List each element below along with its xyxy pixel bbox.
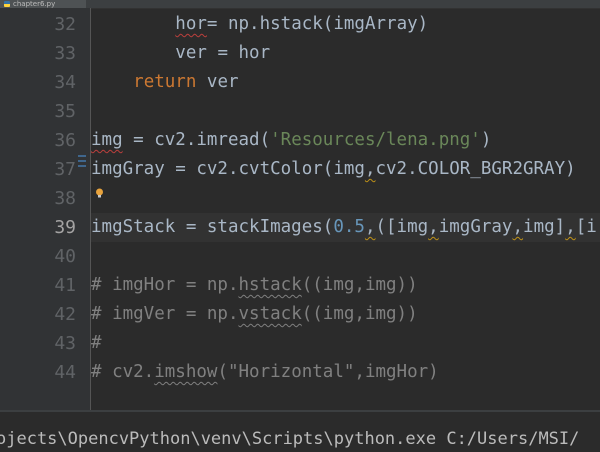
code-token: np.hstack(imgArray): [217, 14, 429, 34]
comment-token: ((img,img)): [301, 304, 418, 324]
code-token: imgGray: [438, 217, 513, 237]
line-number[interactable]: 36: [0, 126, 76, 155]
comment-token: #: [91, 333, 102, 353]
code-line-42: # imgVer = np.vstack((img,img)): [91, 300, 600, 329]
comment-token: hstack: [238, 275, 302, 295]
code-token: cv2.COLOR_BGR2GRAY): [375, 159, 576, 179]
code-line-34: return ver: [91, 68, 600, 97]
python-file-icon: [4, 1, 10, 7]
tab-filename: chapter6.py: [13, 0, 56, 8]
code-line-44: # cv2.imshow("Horizontal",imgHor): [91, 358, 600, 387]
comment-token: ((img,img)): [301, 275, 418, 295]
code-token: hor: [175, 14, 207, 34]
code-token: ver: [196, 72, 239, 92]
code-line-41: # imgHor = np.hstack((img,img)): [91, 271, 600, 300]
line-number[interactable]: 40: [0, 242, 76, 271]
line-number[interactable]: 34: [0, 68, 76, 97]
line-number[interactable]: 42: [0, 300, 76, 329]
number-token: 0.5: [333, 217, 365, 237]
line-number[interactable]: 38: [0, 184, 76, 213]
code-token: [i: [575, 217, 597, 237]
change-marker[interactable]: [78, 155, 86, 173]
code-token: imgStack = stackImages(: [91, 217, 334, 237]
code-token: imgGray = cv2.cvtColor(img: [91, 159, 365, 179]
code-token: ,: [512, 217, 524, 237]
editor-tab[interactable]: chapter6.py: [0, 0, 86, 8]
lightbulb-icon[interactable]: [95, 188, 104, 198]
run-console[interactable]: ojects\OpencvPython\venv\Scripts\python.…: [0, 410, 600, 452]
code-line-39: imgStack = stackImages(0.5,([img,imgGray…: [91, 213, 600, 242]
code-line-37: imgGray = cv2.cvtColor(img,cv2.COLOR_BGR…: [91, 155, 600, 184]
code-line-38: [91, 184, 600, 213]
code-token: = cv2.imread(: [122, 130, 271, 150]
code-token: ver = hor: [175, 43, 271, 63]
line-number[interactable]: 39: [0, 213, 76, 242]
line-number[interactable]: 32: [0, 10, 76, 39]
line-number[interactable]: 33: [0, 39, 76, 68]
line-number[interactable]: 37: [0, 155, 76, 184]
code-line-43: #: [91, 329, 600, 358]
line-number-gutter[interactable]: 32 33 34 35 36 37 38 39 40 41 42 43 44: [0, 8, 91, 410]
code-editor[interactable]: hor= np.hstack(imgArray) ver = hor retur…: [91, 8, 600, 410]
code-token: ([img: [375, 217, 429, 237]
code-token: img]: [523, 217, 566, 237]
comment-token: imshow: [154, 362, 218, 382]
line-number[interactable]: 41: [0, 271, 76, 300]
code-token: ): [480, 130, 492, 150]
comment-token: # imgVer = np.: [91, 304, 239, 324]
code-token: ,: [364, 159, 376, 179]
line-number[interactable]: 44: [0, 358, 76, 387]
comment-token: # cv2.: [91, 362, 155, 382]
comment-token: # imgHor = np.: [91, 275, 239, 295]
code-token: ,: [565, 217, 576, 237]
comment-token: ("Horizontal",imgHor): [217, 362, 439, 382]
comment-token: vstack: [238, 304, 302, 324]
console-command-text: ojects\OpencvPython\venv\Scripts\python.…: [0, 429, 580, 449]
code-token: ,: [428, 217, 439, 237]
line-number[interactable]: 43: [0, 329, 76, 358]
keyword-token: return: [133, 72, 197, 92]
code-token: img: [91, 130, 123, 150]
code-token: ,: [364, 217, 376, 237]
code-token: =: [206, 14, 218, 34]
code-line-33: ver = hor: [91, 39, 600, 68]
line-number[interactable]: 35: [0, 97, 76, 126]
code-line-32: hor= np.hstack(imgArray): [91, 10, 600, 39]
code-line-36: img = cv2.imread('Resources/lena.png'): [91, 126, 600, 155]
string-token: 'Resources/lena.png': [270, 130, 481, 150]
